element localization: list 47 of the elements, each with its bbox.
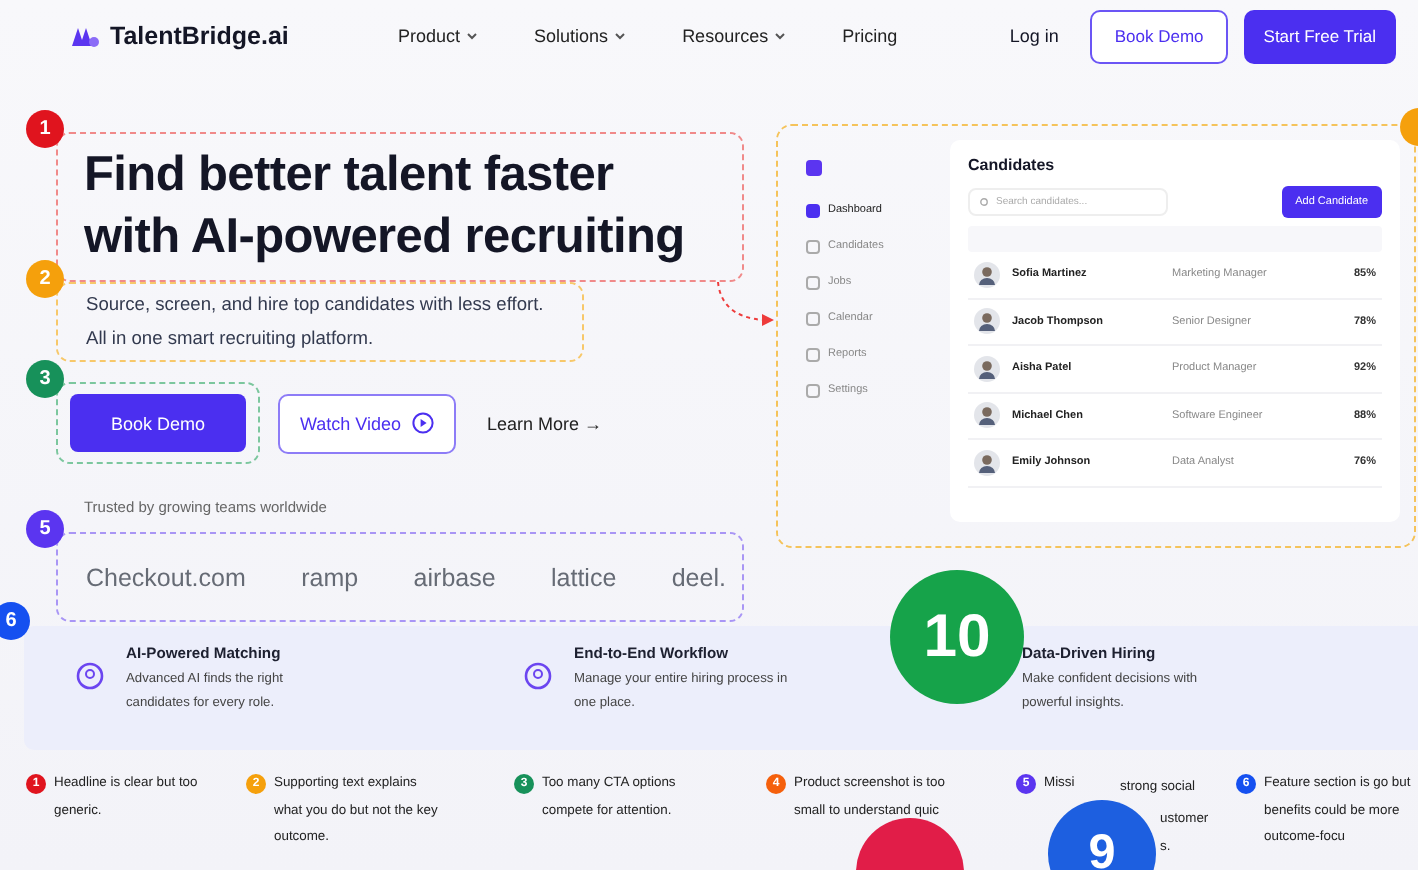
- menu-item-icon: [806, 239, 820, 253]
- annotation-marker: 5: [26, 510, 64, 548]
- avatar-icon: [974, 355, 1000, 382]
- company-logo: airbase: [413, 563, 496, 591]
- hero-subtext: Source, screen, and hire top candidates with less effort. All in one smart recruiting platform.: [84, 292, 546, 352]
- card-title: Candidates: [968, 156, 1057, 174]
- menu-item-icon: [806, 203, 820, 217]
- learn-more-link[interactable]: Learn More →: [487, 413, 603, 433]
- company-logo: lattice: [551, 563, 617, 591]
- avatar-icon: [974, 261, 1000, 288]
- annotation-marker: 6: [0, 602, 30, 640]
- annotation-marker: 1: [26, 110, 64, 148]
- annotation-marker: 10: [890, 570, 1024, 704]
- menu-item-icon: [806, 311, 820, 325]
- chevron-down-icon: [466, 32, 479, 40]
- start-trial-button[interactable]: Start Free Trial: [1243, 9, 1396, 63]
- feature-icon: [74, 660, 106, 692]
- chevron-down-icon: [774, 32, 787, 40]
- headline: Find better talent faster with AI-powered recruiting: [82, 146, 687, 268]
- play-icon: [411, 412, 434, 434]
- menu-item-icon: [806, 383, 820, 397]
- search-icon: [980, 197, 990, 207]
- chevron-down-icon: [614, 32, 627, 40]
- connector-arrow: [716, 282, 776, 330]
- app-logo-icon: [806, 160, 822, 176]
- nav-link[interactable]: Pricing: [842, 26, 898, 46]
- avatar-icon: [974, 402, 1000, 429]
- logo-text: TalentBridge.ai: [110, 22, 289, 50]
- nav-link[interactable]: Resources: [682, 26, 787, 46]
- menu-item-icon: [806, 347, 820, 361]
- feature-icon: [522, 660, 554, 692]
- nav-link[interactable]: Solutions: [534, 26, 627, 46]
- logo-icon: [70, 23, 100, 49]
- watch-video-button[interactable]: Watch Video: [278, 393, 456, 453]
- annotation-marker: 3: [26, 360, 64, 398]
- avatar-icon: [974, 308, 1000, 335]
- avatar-icon: [974, 449, 1000, 476]
- company-logo: Checkout.com: [86, 563, 246, 591]
- book-demo-button[interactable]: Book Demo: [70, 394, 246, 452]
- menu-item-icon: [806, 275, 820, 289]
- login-link[interactable]: Log in: [1009, 26, 1059, 46]
- company-logo: ramp: [301, 563, 359, 591]
- annotation-marker: 2: [26, 260, 64, 298]
- nav-link[interactable]: Product: [398, 26, 479, 46]
- annotation-marker: 9: [1048, 800, 1156, 870]
- book-demo-button[interactable]: Book Demo: [1090, 9, 1228, 63]
- company-logo: deel.: [671, 563, 726, 591]
